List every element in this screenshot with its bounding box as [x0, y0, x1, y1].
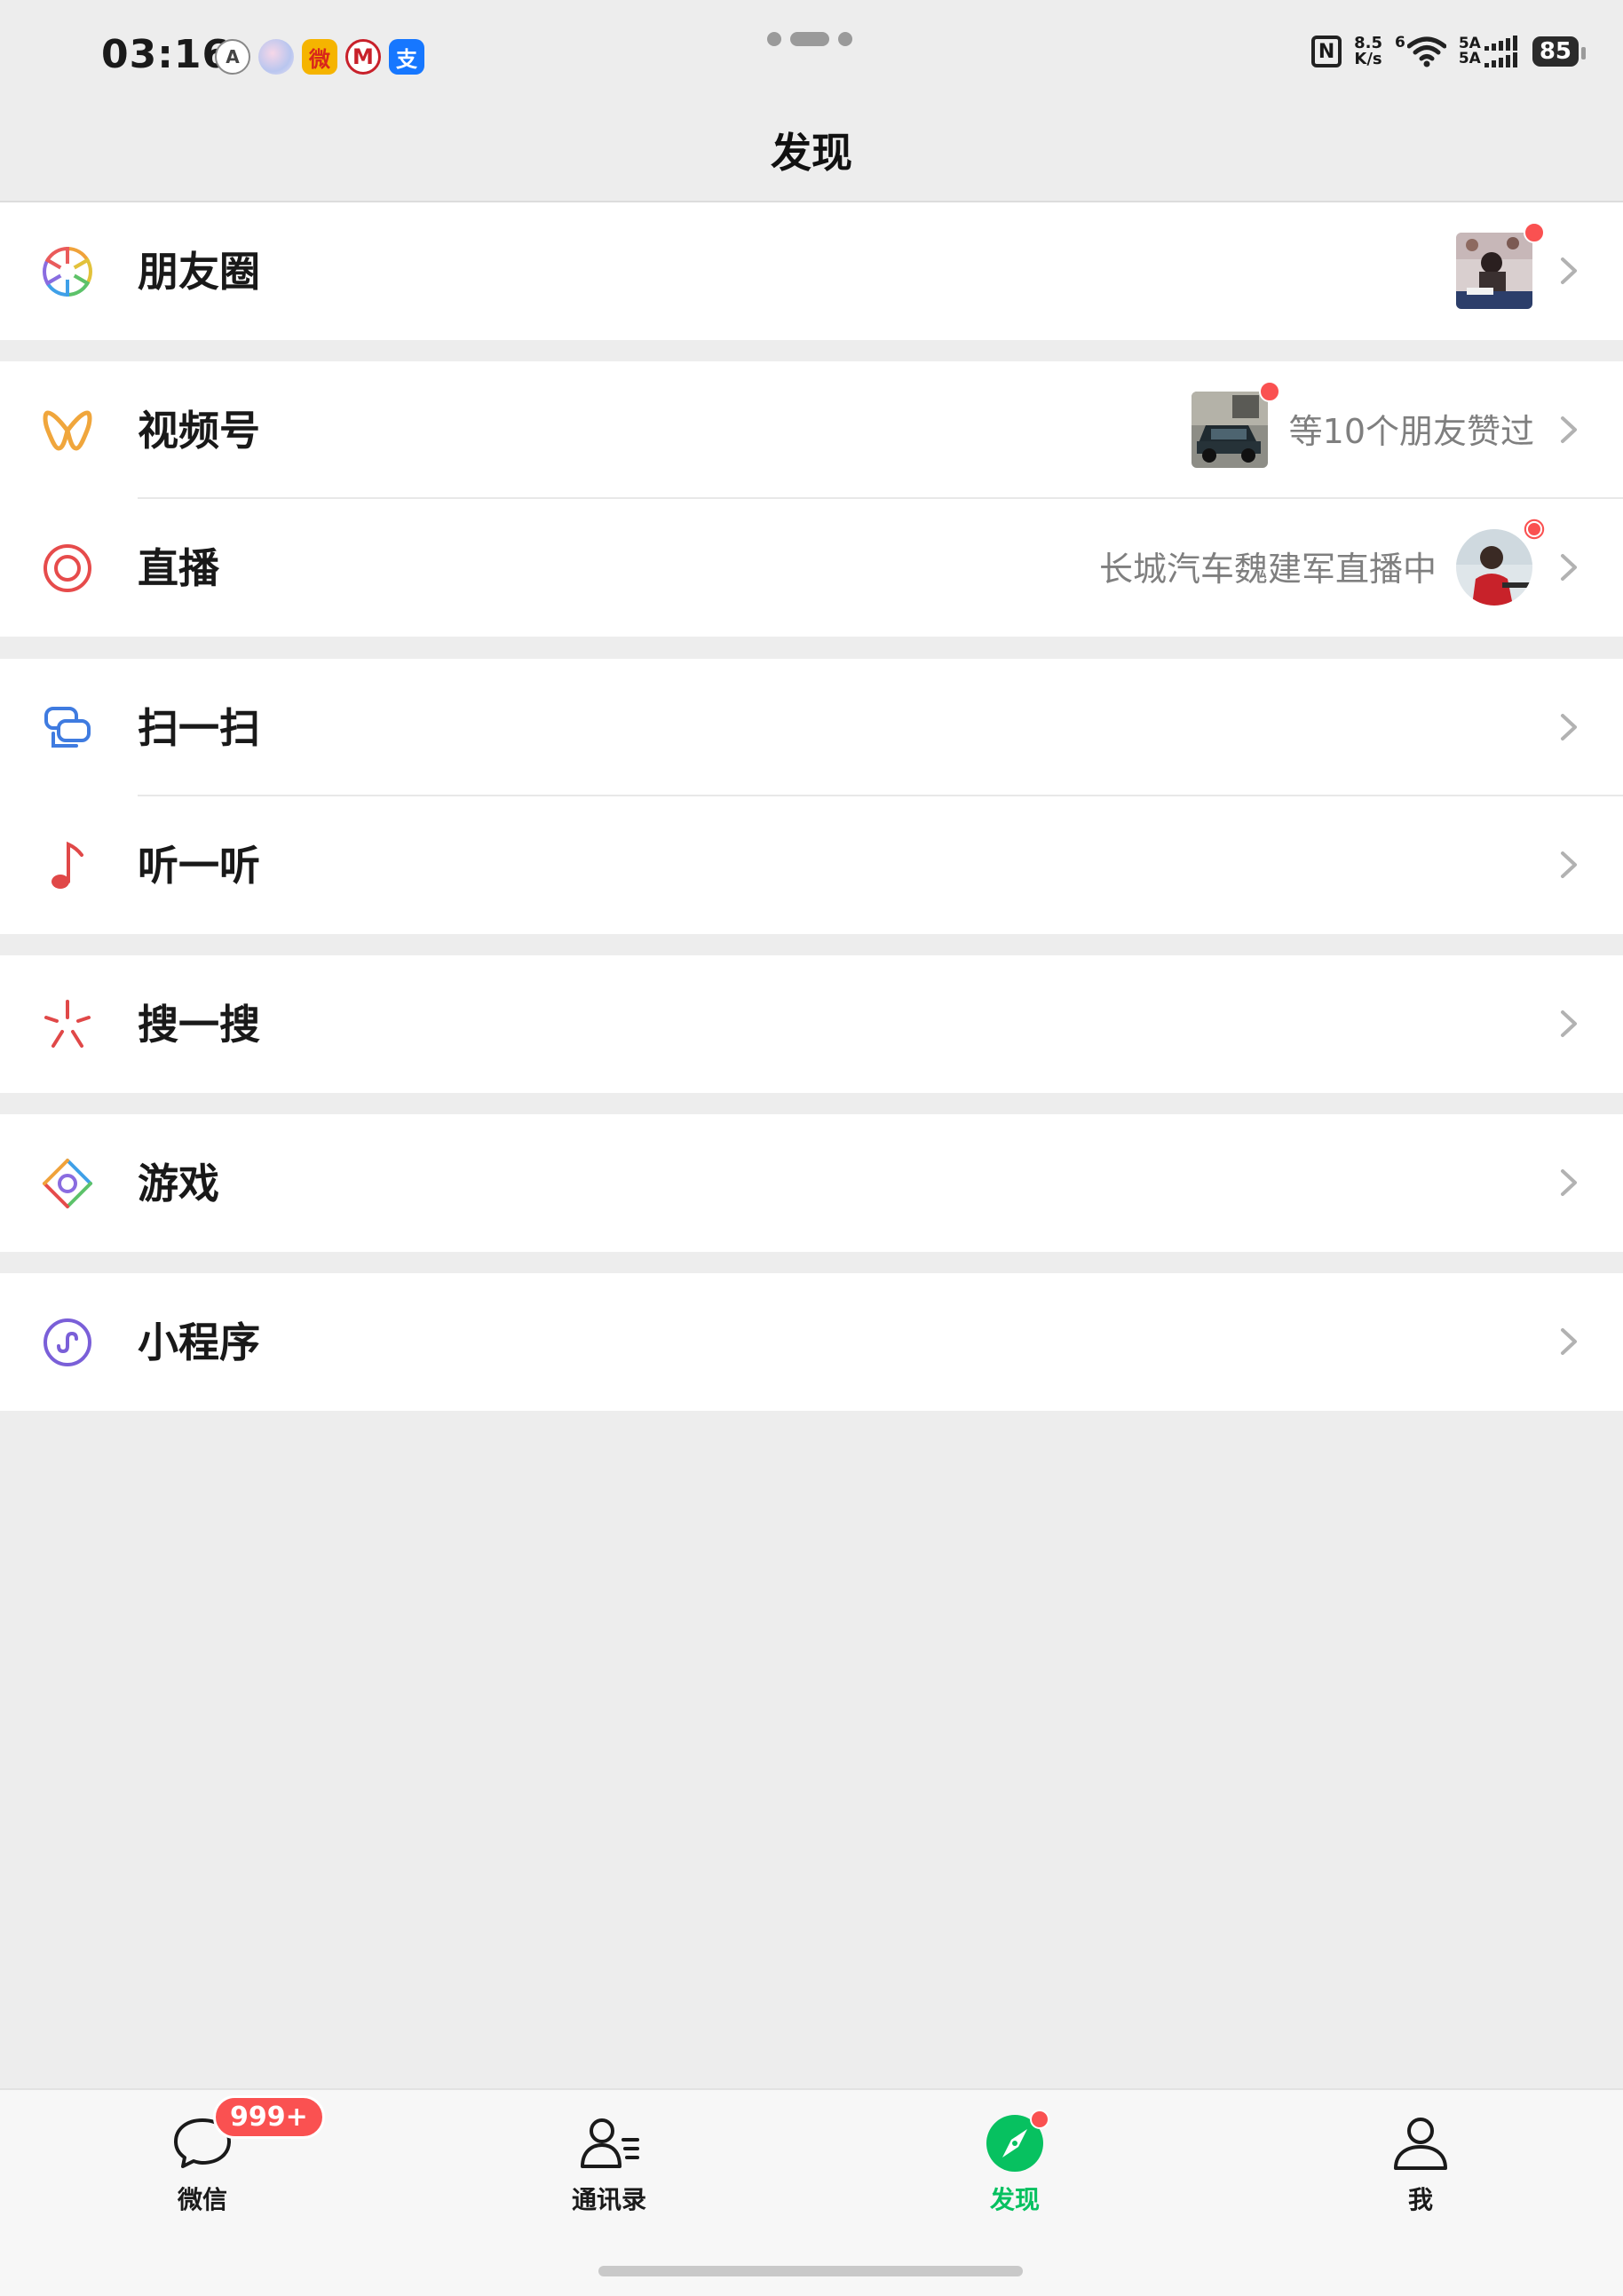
cellular-indicator: 5A 5A: [1459, 36, 1520, 67]
menu-item-games[interactable]: 游戏: [0, 1114, 1623, 1252]
menu-label-live: 直播: [138, 544, 219, 592]
search-sparkle-icon: [44, 1000, 91, 1048]
moments-aperture-icon: [43, 246, 92, 297]
menu-label-games: 游戏: [138, 1160, 219, 1207]
nfc-icon: N: [1311, 36, 1342, 67]
system-icons: N 8.5 K/s 6 5A 5A 85: [1311, 36, 1587, 67]
chevron-right-icon: [1561, 851, 1577, 878]
pager-dot: [838, 32, 852, 46]
menu-group-games: 游戏: [0, 1114, 1623, 1252]
pager-dot-active: [790, 32, 829, 46]
menu-group-moments: 朋友圈: [0, 202, 1623, 340]
moments-photo-image: [1456, 233, 1532, 309]
live-subtext: 长城汽车魏建军直播中: [1098, 550, 1437, 589]
menu-label-mini-programs: 小程序: [138, 1318, 260, 1366]
live-target-icon: [44, 544, 91, 592]
pager-dot: [767, 32, 781, 46]
signal-2-label: 5A: [1458, 50, 1481, 67]
live-host-image: [1456, 529, 1532, 606]
games-diamond-icon: [43, 1159, 92, 1208]
music-note-icon: [51, 841, 83, 889]
channels-subtext: 等10个朋友赞过: [1288, 412, 1534, 451]
weibo-notification-icon: 微: [302, 39, 337, 75]
menu-label-search: 搜一搜: [138, 1001, 260, 1049]
status-time: 03:16: [101, 32, 231, 77]
menu-item-listen[interactable]: 听一听: [0, 796, 1623, 934]
wifi-indicator: 6: [1395, 36, 1446, 67]
metro-notification-icon: M: [345, 39, 381, 75]
tab-label-contacts: 通讯录: [571, 2185, 646, 2214]
menu-item-mini-programs[interactable]: 小程序: [0, 1273, 1623, 1411]
channels-butterfly-icon: [43, 410, 92, 451]
home-indicator[interactable]: [598, 2266, 1023, 2276]
network-speed-unit: K/s: [1354, 50, 1382, 68]
live-host-avatar: [1456, 529, 1532, 606]
tab-label-me: 我: [1407, 2185, 1433, 2214]
person-icon: [1394, 2118, 1447, 2170]
chevron-right-icon: [1561, 257, 1577, 284]
menu-item-scan[interactable]: 扫一扫: [0, 659, 1623, 796]
tab-me[interactable]: 我: [1332, 2110, 1509, 2216]
signal-labels: 5A 5A: [1459, 36, 1481, 67]
channels-new-dot: [1259, 381, 1280, 402]
live-indicator-icon: [1522, 517, 1547, 542]
assistant-notification-icon: [258, 39, 294, 75]
menu-item-search[interactable]: 搜一搜: [0, 955, 1623, 1093]
menu-item-channels[interactable]: 视频号 等10个朋友赞过: [0, 361, 1623, 499]
app-notification-icon: A: [215, 39, 250, 75]
chevron-right-icon: [1561, 1169, 1577, 1196]
chevron-right-icon: [1561, 1328, 1577, 1355]
mini-program-icon: [44, 1318, 91, 1366]
channels-car-image: [1192, 392, 1268, 468]
status-bar: 03:16 A 微 M 支 N 8.5 K/s 6 5A 5A 85: [0, 0, 1623, 111]
contacts-icon: [581, 2118, 639, 2168]
moments-thumbnail: [1456, 233, 1532, 309]
menu-label-scan: 扫一扫: [138, 704, 260, 752]
tab-label-discover: 发现: [989, 2185, 1040, 2214]
scan-icon: [44, 707, 91, 748]
wifi-badge: 6: [1394, 34, 1405, 51]
menu-label-channels: 视频号: [138, 407, 260, 455]
chevron-right-icon: [1561, 416, 1577, 443]
tab-discover[interactable]: 发现: [926, 2110, 1104, 2216]
menu-group-search: 搜一搜: [0, 955, 1623, 1093]
battery-indicator: 85: [1532, 36, 1587, 67]
signal-bars-icon: [1484, 36, 1517, 67]
discover-new-dot: [1030, 2110, 1049, 2129]
multitask-handle[interactable]: [767, 32, 852, 46]
menu-label-listen: 听一听: [138, 842, 260, 890]
chevron-right-icon: [1561, 554, 1577, 581]
alipay-notification-icon: 支: [389, 39, 424, 75]
chevron-right-icon: [1561, 714, 1577, 740]
tab-label-chats: 微信: [177, 2185, 227, 2214]
menu-group-channels: 视频号 等10个朋友赞过 直播 长城汽车魏建军直播中: [0, 361, 1623, 637]
page-title: 发现: [771, 129, 852, 177]
moments-new-dot: [1524, 222, 1545, 243]
network-speed: 8.5 K/s: [1354, 36, 1382, 67]
chevron-right-icon: [1561, 1010, 1577, 1037]
wifi-icon: [1406, 36, 1446, 67]
channels-thumbnail: [1192, 392, 1268, 468]
unread-count-badge: 999+: [213, 2095, 325, 2139]
menu-item-live[interactable]: 直播 长城汽车魏建军直播中: [0, 499, 1623, 637]
menu-label-moments: 朋友圈: [138, 248, 260, 296]
menu-group-mini-programs: 小程序: [0, 1273, 1623, 1411]
tab-contacts[interactable]: 通讯录: [520, 2110, 698, 2216]
notification-icons: A 微 M 支: [215, 39, 424, 75]
menu-item-moments[interactable]: 朋友圈: [0, 202, 1623, 340]
menu-group-scan: 扫一扫 听一听: [0, 659, 1623, 934]
